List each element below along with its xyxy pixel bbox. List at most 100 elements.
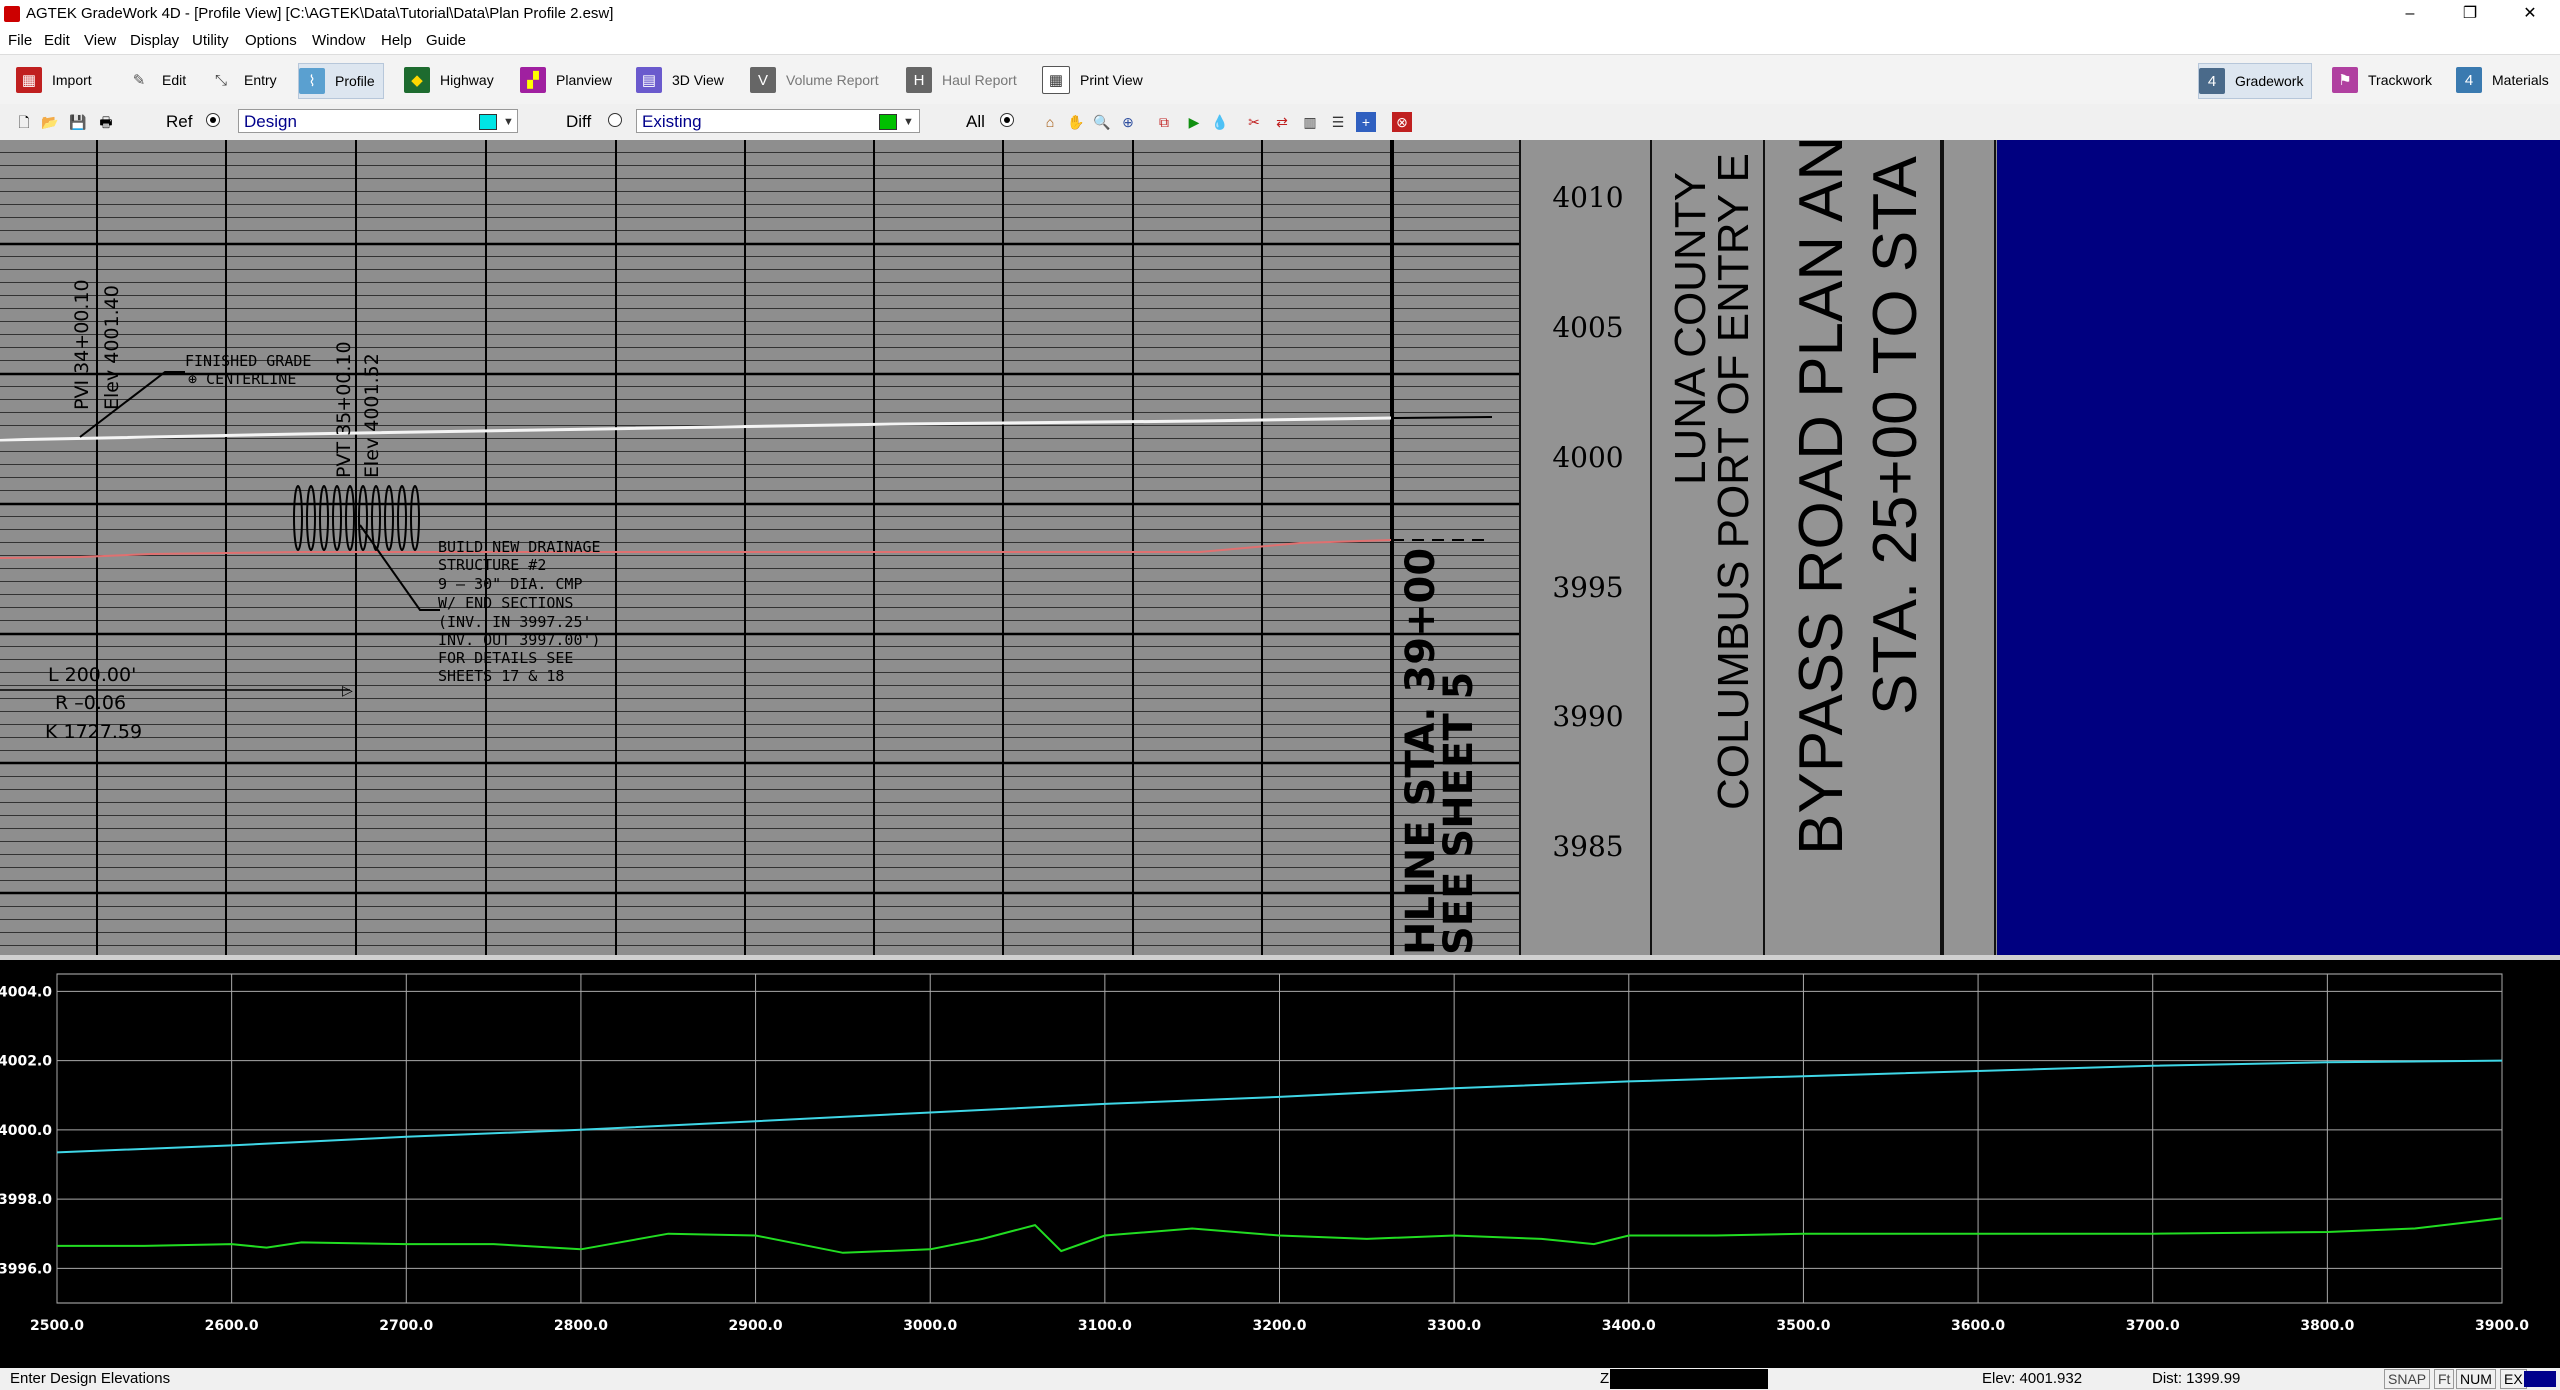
menu-edit[interactable]: Edit (44, 32, 70, 49)
haul-report-button[interactable]: H Haul Report (906, 63, 1017, 97)
elev-label: 3990 (1552, 700, 1623, 733)
title-port: COLUMBUS PORT OF ENTRY E (1709, 153, 1758, 810)
drainage-note: BUILD NEW DRAINAGE (438, 538, 601, 556)
x-tick-label: 2600.0 (205, 1318, 259, 1334)
x-tick-label: 3400.0 (1602, 1318, 1656, 1334)
main-toolbar: ▦ Import ✎ Edit ⤡ Entry ⌇ Profile ◆ Highway ▞… (0, 54, 2560, 106)
trackwork-icon: ⚑ (2332, 67, 2358, 93)
zoom-in-icon[interactable]: 🔍 (1092, 112, 1112, 132)
entry-button[interactable]: ⤡ Entry (208, 63, 277, 97)
y-tick-label: 3996.0 (0, 1261, 52, 1277)
volume-report-icon: V (750, 67, 776, 93)
materials-button[interactable]: 4 Materials (2456, 63, 2549, 97)
drainage-note: STRUCTURE #2 (438, 556, 546, 574)
diff-surface-select[interactable]: Existing ▼ (636, 109, 920, 133)
highway-button[interactable]: ◆ Highway (404, 63, 494, 97)
progress-indicator (2524, 1371, 2556, 1387)
chevron-down-icon: ▼ (503, 116, 514, 128)
diff-radio[interactable] (608, 113, 622, 127)
haul-report-icon: H (906, 67, 932, 93)
3d-view-button[interactable]: ▤ 3D View (636, 63, 724, 97)
blank-area (1997, 140, 2560, 955)
restore-button[interactable]: ❐ (2440, 0, 2500, 28)
status-message: Enter Design Elevations (10, 1370, 171, 1387)
home-icon[interactable]: ⌂ (1040, 112, 1060, 132)
menu-view[interactable]: View (84, 32, 116, 49)
see-sheet-label: SEE SHEET 5 (1436, 672, 1482, 955)
menu-utility[interactable]: Utility (192, 32, 229, 49)
print-view-button[interactable]: ▦ Print View (1042, 63, 1143, 97)
title-county: LUNA COUNTY (1666, 172, 1715, 485)
dist-readout: Dist: 1399.99 (2152, 1370, 2241, 1387)
window-title: AGTEK GradeWork 4D - [Profile View] [C:\… (26, 5, 614, 22)
zoom-window-icon[interactable]: ⊕ (1118, 112, 1138, 132)
water-drop-icon[interactable]: 💧 (1210, 112, 1230, 132)
close-button[interactable]: ✕ (2500, 0, 2560, 28)
profile-button[interactable]: ⌇ Profile (298, 63, 384, 99)
x-tick-label: 3900.0 (2475, 1318, 2529, 1334)
import-button[interactable]: ▦ Import (16, 63, 92, 97)
elev-label: 4000 (1552, 441, 1623, 474)
edit-button[interactable]: ✎ Edit (126, 63, 186, 97)
3d-view-icon: ▤ (636, 67, 662, 93)
print-icon[interactable]: 🖶 (96, 112, 116, 132)
swap-icon[interactable]: ⇄ (1272, 112, 1292, 132)
all-radio[interactable] (1000, 113, 1014, 127)
drainage-note: W/ END SECTIONS (438, 594, 573, 612)
add-point-icon[interactable]: + (1356, 112, 1376, 132)
flag-icon[interactable]: ▶ (1184, 112, 1204, 132)
curve-k: K 1727.59 (45, 721, 142, 743)
menu-file[interactable]: File (8, 32, 32, 49)
ft-indicator[interactable]: Ft (2434, 1369, 2455, 1389)
z-value-box (1610, 1369, 1768, 1389)
profile-view[interactable]: 4010 4005 4000 3995 3990 3985 LUNA COUNT… (0, 140, 2560, 955)
x-tick-label: 2900.0 (729, 1318, 783, 1334)
minimize-button[interactable]: – (2380, 0, 2440, 28)
pvi-elev: Elev 4001.40 (101, 285, 123, 410)
menu-window[interactable]: Window (312, 32, 365, 49)
gradework-icon: 4 (2199, 68, 2225, 94)
drainage-note: INV. OUT 3997.00') (438, 631, 601, 649)
new-file-icon[interactable]: 🗋 (14, 112, 34, 132)
menu-help[interactable]: Help (381, 32, 412, 49)
diff-label: Diff (566, 112, 592, 131)
drainage-note: 9 – 30" DIA. CMP (438, 575, 583, 593)
ref-color-swatch (479, 114, 497, 130)
menu-bar: File Edit View Display Utility Options W… (0, 28, 2560, 54)
y-tick-label: 4004.0 (0, 984, 52, 1000)
trackwork-button[interactable]: ⚑ Trackwork (2332, 63, 2432, 97)
copy-icon[interactable]: ⧉ (1154, 112, 1174, 132)
open-folder-icon[interactable]: 📂 (40, 112, 60, 132)
surface-toolbar: 🗋 📂 💾 🖶 Ref Design ▼ Diff Existing ▼ All… (0, 104, 2560, 141)
pvi-station: PVI 34+00.10 (71, 279, 93, 410)
menu-display[interactable]: Display (130, 32, 179, 49)
list-icon[interactable]: ☰ (1328, 112, 1348, 132)
elev-label: 3985 (1552, 830, 1623, 863)
drainage-note: (INV. IN 3997.25' (438, 613, 592, 631)
delete-icon[interactable]: ⊗ (1392, 112, 1412, 132)
elevation-graph[interactable]: 2500.0 2600.0 2700.0 2800.0 2900.0 3000.0 3100… (0, 960, 2560, 1368)
planview-button[interactable]: ▞ Planview (520, 63, 612, 97)
gradework-button[interactable]: 4 Gradework (2198, 63, 2313, 99)
chevron-down-icon: ▼ (903, 116, 914, 128)
pan-hand-icon[interactable]: ✋ (1066, 112, 1086, 132)
num-indicator: NUM (2456, 1369, 2496, 1389)
x-tick-label: 3600.0 (1951, 1318, 2005, 1334)
menu-options[interactable]: Options (245, 32, 297, 49)
ref-surface-select[interactable]: Design ▼ (238, 109, 518, 133)
trim-icon[interactable]: ✂ (1244, 112, 1264, 132)
title-station: STA. 25+00 TO STA (1861, 156, 1930, 715)
menu-guide[interactable]: Guide (426, 32, 466, 49)
chart-icon[interactable]: ▥ (1300, 112, 1320, 132)
app-icon (4, 6, 20, 22)
snap-indicator[interactable]: SNAP (2384, 1369, 2431, 1389)
finished-grade-label: FINISHED GRADE (185, 352, 311, 370)
elev-label: 4005 (1552, 311, 1623, 344)
x-tick-label: 3000.0 (903, 1318, 957, 1334)
volume-report-button[interactable]: V Volume Report (750, 63, 879, 97)
save-icon[interactable]: 💾 (68, 112, 88, 132)
x-tick-label: 3700.0 (2126, 1318, 2180, 1334)
x-tick-label: 3300.0 (1427, 1318, 1481, 1334)
all-label: All (966, 112, 985, 131)
ref-radio[interactable] (206, 113, 220, 127)
